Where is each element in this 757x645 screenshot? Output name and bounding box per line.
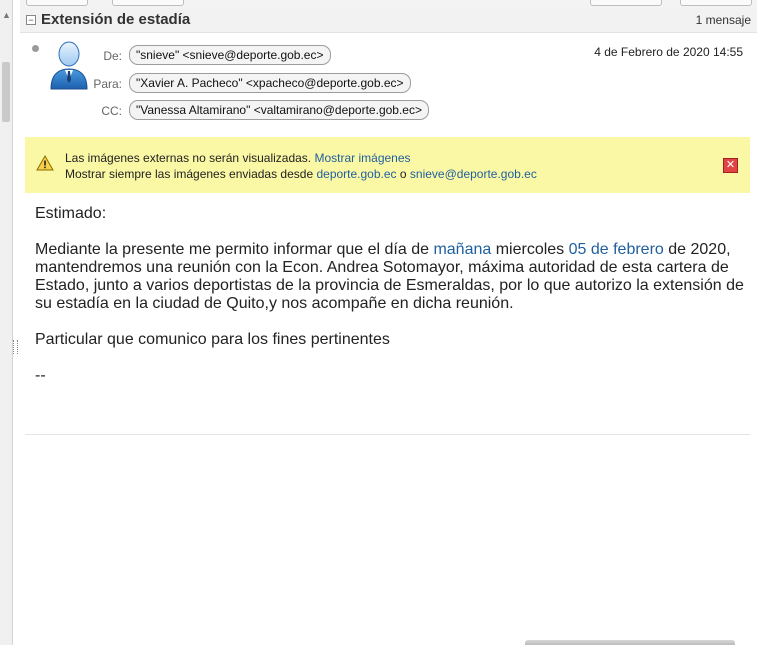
- cc-label: CC:: [101, 104, 122, 118]
- body-p1-part-b: miercoles: [491, 241, 569, 258]
- scroll-arrow-icon[interactable]: ▲: [2, 10, 11, 20]
- toolbar-button-2[interactable]: [112, 0, 184, 6]
- notice-line-2: Mostrar siempre las imágenes enviadas de…: [65, 167, 537, 181]
- thread-header: − Extensión de estadía 1 mensaje: [20, 8, 757, 33]
- pane-splitter-grip[interactable]: [13, 340, 18, 354]
- left-scrollbar-thumb[interactable]: [2, 62, 10, 122]
- greeting: Estimado:: [35, 205, 107, 222]
- sender-link[interactable]: snieve@deporte.gob.ec: [410, 167, 537, 181]
- left-pane-edge: ▲: [0, 0, 13, 645]
- cc-address-pill[interactable]: "Vanessa Altamirano" <valtamirano@deport…: [129, 100, 429, 120]
- message-count: 1 mensaje: [695, 13, 751, 27]
- to-label: Para:: [93, 77, 122, 91]
- close-notice-icon[interactable]: ✕: [723, 158, 738, 173]
- body-paragraph-2: Particular que comunico para los fines p…: [35, 331, 390, 348]
- date-link-05-febrero[interactable]: 05 de febrero: [569, 241, 664, 258]
- toolbar-button-4[interactable]: [680, 0, 752, 6]
- notice-text-1: Las imágenes externas no serán visualiza…: [65, 151, 312, 165]
- date-link-manana[interactable]: mañana: [433, 241, 491, 258]
- bottom-panel-edge: [525, 640, 735, 645]
- message-end-divider: [25, 434, 750, 435]
- remote-content-notice: Las imágenes externas no serán visualiza…: [25, 137, 750, 193]
- from-label: De:: [103, 49, 122, 63]
- notice-line-1: Las imágenes externas no serán visualiza…: [65, 151, 411, 165]
- top-toolbar-edge: [20, 0, 757, 8]
- message-body: Estimado: Mediante la presente me permit…: [35, 205, 745, 385]
- signature-separator: --: [35, 367, 46, 384]
- warning-icon: [36, 155, 54, 171]
- read-status-dot-icon[interactable]: [32, 45, 39, 52]
- toolbar-button-3[interactable]: [590, 0, 662, 6]
- thread-subject: Extensión de estadía: [41, 11, 191, 28]
- to-address-pill[interactable]: "Xavier A. Pacheco" <xpacheco@deporte.go…: [129, 73, 411, 93]
- notice-text-2: Mostrar siempre las imágenes enviadas de…: [65, 167, 314, 181]
- domain-link[interactable]: deporte.gob.ec: [316, 167, 396, 181]
- from-address-pill[interactable]: "snieve" <snieve@deporte.gob.ec>: [129, 45, 331, 65]
- notice-or: o: [399, 167, 407, 181]
- toolbar-button-1[interactable]: [26, 0, 88, 6]
- body-paragraph-1: Mediante la presente me permito informar…: [35, 241, 745, 313]
- message-date: 4 de Febrero de 2020 14:55: [594, 45, 743, 59]
- show-images-link[interactable]: Mostrar imágenes: [314, 151, 410, 165]
- body-p1-part-a: Mediante la presente me permito informar…: [35, 241, 434, 258]
- collapse-thread-icon[interactable]: −: [26, 15, 36, 25]
